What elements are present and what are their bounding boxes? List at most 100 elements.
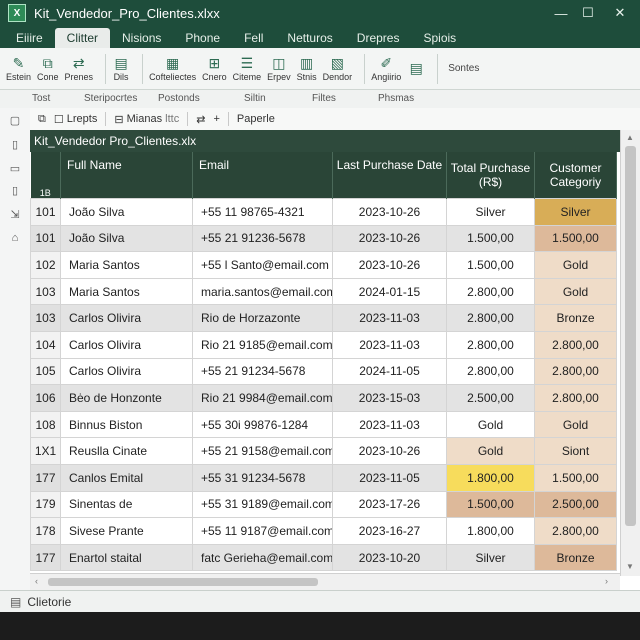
ribbon-button-dendor[interactable]: ▧ Dendor [323,55,353,82]
cell-date[interactable]: 2023-10-26 [332,251,447,279]
cell-category[interactable]: Bronze [534,304,617,332]
link-icon[interactable]: ⇄ [196,113,205,126]
cell-category[interactable]: 2.500,00 [534,490,617,519]
cell-total[interactable]: 1.800,00 [446,463,535,492]
cell-full-name[interactable]: Canlos Emital [60,463,193,492]
scroll-down-icon[interactable]: ▼ [626,562,634,571]
header-full-name[interactable]: Full Name [60,152,193,199]
vertical-scroll-thumb[interactable] [625,146,636,526]
sheet-icon[interactable]: ▢ [9,114,21,128]
quickbar-paperle[interactable]: Paperle [237,113,275,125]
cell-date[interactable]: 2023-16-27 [332,517,447,545]
cell-date[interactable]: 2023-17-26 [332,490,447,519]
ribbon-button-cnero[interactable]: ⊞ Cnero [202,55,227,82]
cell-total[interactable]: 1.500,00 [446,251,535,279]
ribbon-button-estein[interactable]: ✎ Estein [6,55,31,82]
cell-full-name[interactable]: Sivese Prante [60,517,193,545]
cell-date[interactable]: 2024-11-05 [332,357,447,386]
row-number[interactable]: 101 [30,198,61,226]
cell-full-name[interactable]: Maria Santos [60,277,193,306]
cell-total[interactable]: Silver [446,543,535,572]
cell-date[interactable]: 2023-11-03 [332,410,447,439]
cell-full-name[interactable]: Carlos Olivira [60,330,193,359]
cell-email[interactable]: Rio 21 9185@email.com [192,330,333,359]
add-icon[interactable]: + [213,113,219,125]
cell-category[interactable]: Gold [534,251,617,279]
row-number[interactable]: 102 [30,251,61,279]
header-customer-category[interactable]: Customer Categoriy [534,152,617,199]
row-number[interactable]: 1X1 [30,437,61,465]
tab-spiois[interactable]: Spiois [411,28,468,48]
cell-category[interactable]: 2.800,00 [534,357,617,386]
cell-email[interactable]: +55 31 91234-5678 [192,463,333,492]
maximize-icon[interactable]: ☐ [572,0,604,26]
cell-total[interactable]: 1.800,00 [446,517,535,545]
quickbar-lrepts[interactable]: ☐ Lrepts [54,113,98,126]
cell-full-name[interactable]: João Silva [60,198,193,226]
ribbon-extra-label[interactable]: Sontes [448,63,479,74]
cell-total[interactable]: 1.500,00 [446,490,535,519]
cell-full-name[interactable]: Sinentas de [60,490,193,519]
cell-category[interactable]: Siont [534,437,617,465]
scroll-up-icon[interactable]: ▲ [626,133,634,142]
row-number[interactable]: 108 [30,410,61,439]
scroll-right-icon[interactable]: › [605,576,608,586]
cell-total[interactable]: 2.500,00 [446,384,535,412]
cell-date[interactable]: 2023-10-26 [332,224,447,253]
chart-icon[interactable]: ▭ [9,162,21,176]
tab-clitter[interactable]: Clitter [54,28,111,48]
cell-full-name[interactable]: Bėo de Honzonte [60,384,193,412]
cell-email[interactable]: +55 11 98765-4321 [192,198,333,226]
tab-nisions[interactable]: Nisions [110,28,173,48]
cell-total[interactable]: 2.800,00 [446,277,535,306]
ribbon-button-angiirio[interactable]: ✐ Angiirio [371,55,401,82]
ribbon-button-format[interactable]: ▤ [407,60,425,77]
cell-category[interactable]: Gold [534,277,617,306]
ribbon-button-dils[interactable]: ▤ Dils [112,55,130,82]
header-total-purchase[interactable]: Total Purchase (R$) [446,152,535,199]
cell-category[interactable]: 1.500,00 [534,224,617,253]
cell-total[interactable]: Gold [446,410,535,439]
cell-full-name[interactable]: Binnus Biston [60,410,193,439]
cell-email[interactable]: Rio de Horzazonte [192,304,333,332]
ribbon-button-citeme[interactable]: ☰ Citeme [233,55,262,82]
cell-date[interactable]: 2023-11-05 [332,463,447,492]
cell-email[interactable]: +55 31 9189@email.com [192,490,333,519]
row-number[interactable]: 106 [30,384,61,412]
clipboard-icon[interactable]: ⧉ [38,113,46,126]
home-icon[interactable]: ⌂ [9,232,21,246]
cell-date[interactable]: 2023-11-03 [332,330,447,359]
ribbon-button-cofteliectes[interactable]: ▦ Cofteliectes [149,55,196,82]
cell-full-name[interactable]: Carlos Olivira [60,357,193,386]
tab-netturos[interactable]: Netturos [275,28,344,48]
cell-category[interactable]: 2.800,00 [534,517,617,545]
cell-full-name[interactable]: Enartol staital [60,543,193,572]
header-email[interactable]: Email [192,152,333,199]
horizontal-scrollbar[interactable]: ‹ › [30,573,620,590]
horizontal-scroll-thumb[interactable] [48,578,318,586]
export-icon[interactable]: ⇲ [9,208,21,222]
cell-date[interactable]: 2023-11-03 [332,304,447,332]
cell-total[interactable]: Silver [446,198,535,226]
row-header-corner[interactable]: 1B [30,152,61,199]
cell-email[interactable]: +55 21 91234-5678 [192,357,333,386]
ribbon-button-prenes[interactable]: ⇄ Prenes [65,55,94,82]
cell-total[interactable]: 1.500,00 [446,224,535,253]
row-number[interactable]: 177 [30,463,61,492]
cell-email[interactable]: +55 11 9187@email.com [192,517,333,545]
row-number[interactable]: 105 [30,357,61,386]
row-number[interactable]: 104 [30,330,61,359]
ribbon-button-cone[interactable]: ⧉ Cone [37,55,59,82]
vertical-scrollbar[interactable]: ▲ ▼ [620,130,640,576]
cell-category[interactable]: Bronze [534,543,617,572]
row-number[interactable]: 177 [30,543,61,572]
quickbar-mianas[interactable]: ⊟ Mianas lttc [114,113,179,126]
close-icon[interactable]: ✕ [604,0,636,26]
cell-date[interactable]: 2024-01-15 [332,277,447,306]
cell-email[interactable]: +55 21 91236-5678 [192,224,333,253]
cell-date[interactable]: 2023-15-03 [332,384,447,412]
row-number[interactable]: 178 [30,517,61,545]
cell-date[interactable]: 2023-10-26 [332,198,447,226]
cell-category[interactable]: 1.500,00 [534,463,617,492]
cell-total[interactable]: 2.800,00 [446,357,535,386]
